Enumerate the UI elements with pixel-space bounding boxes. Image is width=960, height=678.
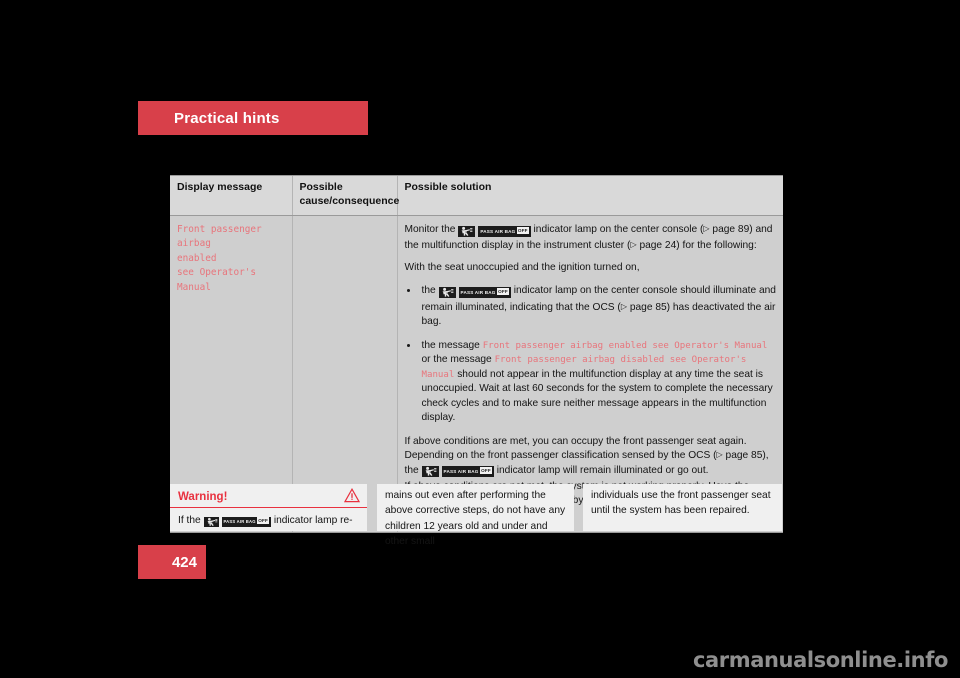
display-message-table: Display message Possible cause/consequen… — [170, 175, 783, 534]
warning-body-part-2: mains out even after performing the abov… — [385, 490, 566, 547]
column-header-possible-cause: Possible cause/consequence — [292, 176, 399, 216]
display-message-text: Front passenger airbag enabled see Opera… — [177, 223, 262, 293]
warning-body-part-3: individuals use the front passenger seat… — [591, 490, 771, 517]
bullet2-pre: the message — [421, 339, 480, 351]
bullet2-message-enabled: Front passenger airbag enabled see Opera… — [482, 340, 768, 351]
page-ref-85: ▷ page 85 — [717, 450, 763, 461]
page-ref-marker-icon: ▷ — [703, 223, 710, 233]
bullet1-pre: the — [421, 285, 436, 297]
bullet2-mid: or the message — [421, 354, 492, 366]
airbag-occupant-icon — [438, 286, 456, 298]
solution-intro-paragraph: Monitor the PASS AIR BAG OFF indicator la… — [405, 223, 777, 254]
warning-col1-post: indicator lamp re- — [273, 515, 353, 526]
warning-box-part-2: mains out even after performing the abov… — [377, 484, 574, 547]
closing-line-1: If above conditions are met, you can occ… — [404, 435, 747, 462]
page-ref-marker-icon: ▷ — [716, 450, 723, 460]
indicator-lamp-group: PASS AIR BAG OFF — [438, 286, 511, 300]
section-title: Practical hints — [174, 110, 280, 127]
warning-box-part-3: individuals use the front passenger seat… — [583, 484, 782, 531]
list-item: the message Front passenger airbag enabl… — [405, 339, 777, 426]
page-ref-marker-icon: ▷ — [620, 301, 627, 311]
warning-box-part-1: Warning! If the PASS AIR BAG OFF indicato… — [170, 484, 367, 531]
page-ref-85-label: page 85 — [725, 450, 763, 462]
page-ref-24: ▷ page 24 — [630, 240, 676, 251]
intro-text-4: ) for the following: — [676, 240, 757, 252]
warning-title: Warning! — [178, 491, 228, 503]
warning-triangle-icon — [344, 488, 360, 503]
indicator-lamp-group: PASS AIR BAG OFF — [421, 466, 494, 480]
closing-line-3: indicator lamp will remain illuminated o… — [496, 464, 709, 476]
warning-col1-pre: If the — [178, 515, 201, 526]
pass-air-bag-lamp-icon: PASS AIR BAG OFF — [478, 225, 531, 237]
watermark: carmanualsonline.info — [692, 648, 948, 672]
page-ref-marker-icon: ▷ — [630, 240, 637, 250]
airbag-occupant-icon — [458, 225, 476, 237]
warning-header: Warning! — [170, 484, 367, 508]
warning-body-part-1: If the PASS AIR BAG OFF indicator lamp re… — [170, 508, 367, 530]
airbag-occupant-icon — [421, 466, 439, 478]
page-ref-85: ▷ page 85 — [621, 302, 667, 313]
pass-air-bag-lamp-icon: PASS AIR BAG OFF — [221, 517, 271, 528]
indicator-lamp-group: PASS AIR BAG OFF — [458, 225, 531, 239]
solution-bullet-list: the PASS AIR BAG OFF indicator lamp on th… — [405, 284, 777, 425]
column-header-display-message: Display message — [170, 176, 293, 216]
page-number-tab: 424 — [138, 545, 206, 579]
section-banner: Practical hints — [138, 101, 368, 135]
table-header-row: Display message Possible cause/consequen… — [170, 176, 783, 216]
intro-text-1: Monitor the — [404, 223, 456, 235]
pass-air-bag-lamp-icon: PASS AIR BAG OFF — [441, 466, 494, 478]
airbag-occupant-icon — [203, 517, 219, 528]
page-number: 424 — [171, 554, 197, 571]
list-item: the PASS AIR BAG OFF indicator lamp on th… — [405, 284, 777, 329]
pass-air-bag-lamp-icon: PASS AIR BAG OFF — [458, 286, 511, 298]
intro-text-2: indicator lamp on the center console ( — [533, 223, 704, 235]
column-header-possible-solution: Possible solution — [397, 176, 783, 216]
page-ref-89-label: page 89 — [712, 223, 750, 235]
solution-condition-line: With the seat unoccupied and the ignitio… — [404, 261, 640, 273]
page-ref-89: ▷ page 89 — [703, 224, 749, 235]
indicator-lamp-group: PASS AIR BAG OFF — [203, 515, 271, 530]
bullet2-post: should not appear in the multifunction d… — [421, 368, 773, 424]
page-ref-85-label: page 85 — [629, 301, 667, 313]
page-ref-24-label: page 24 — [639, 240, 677, 252]
